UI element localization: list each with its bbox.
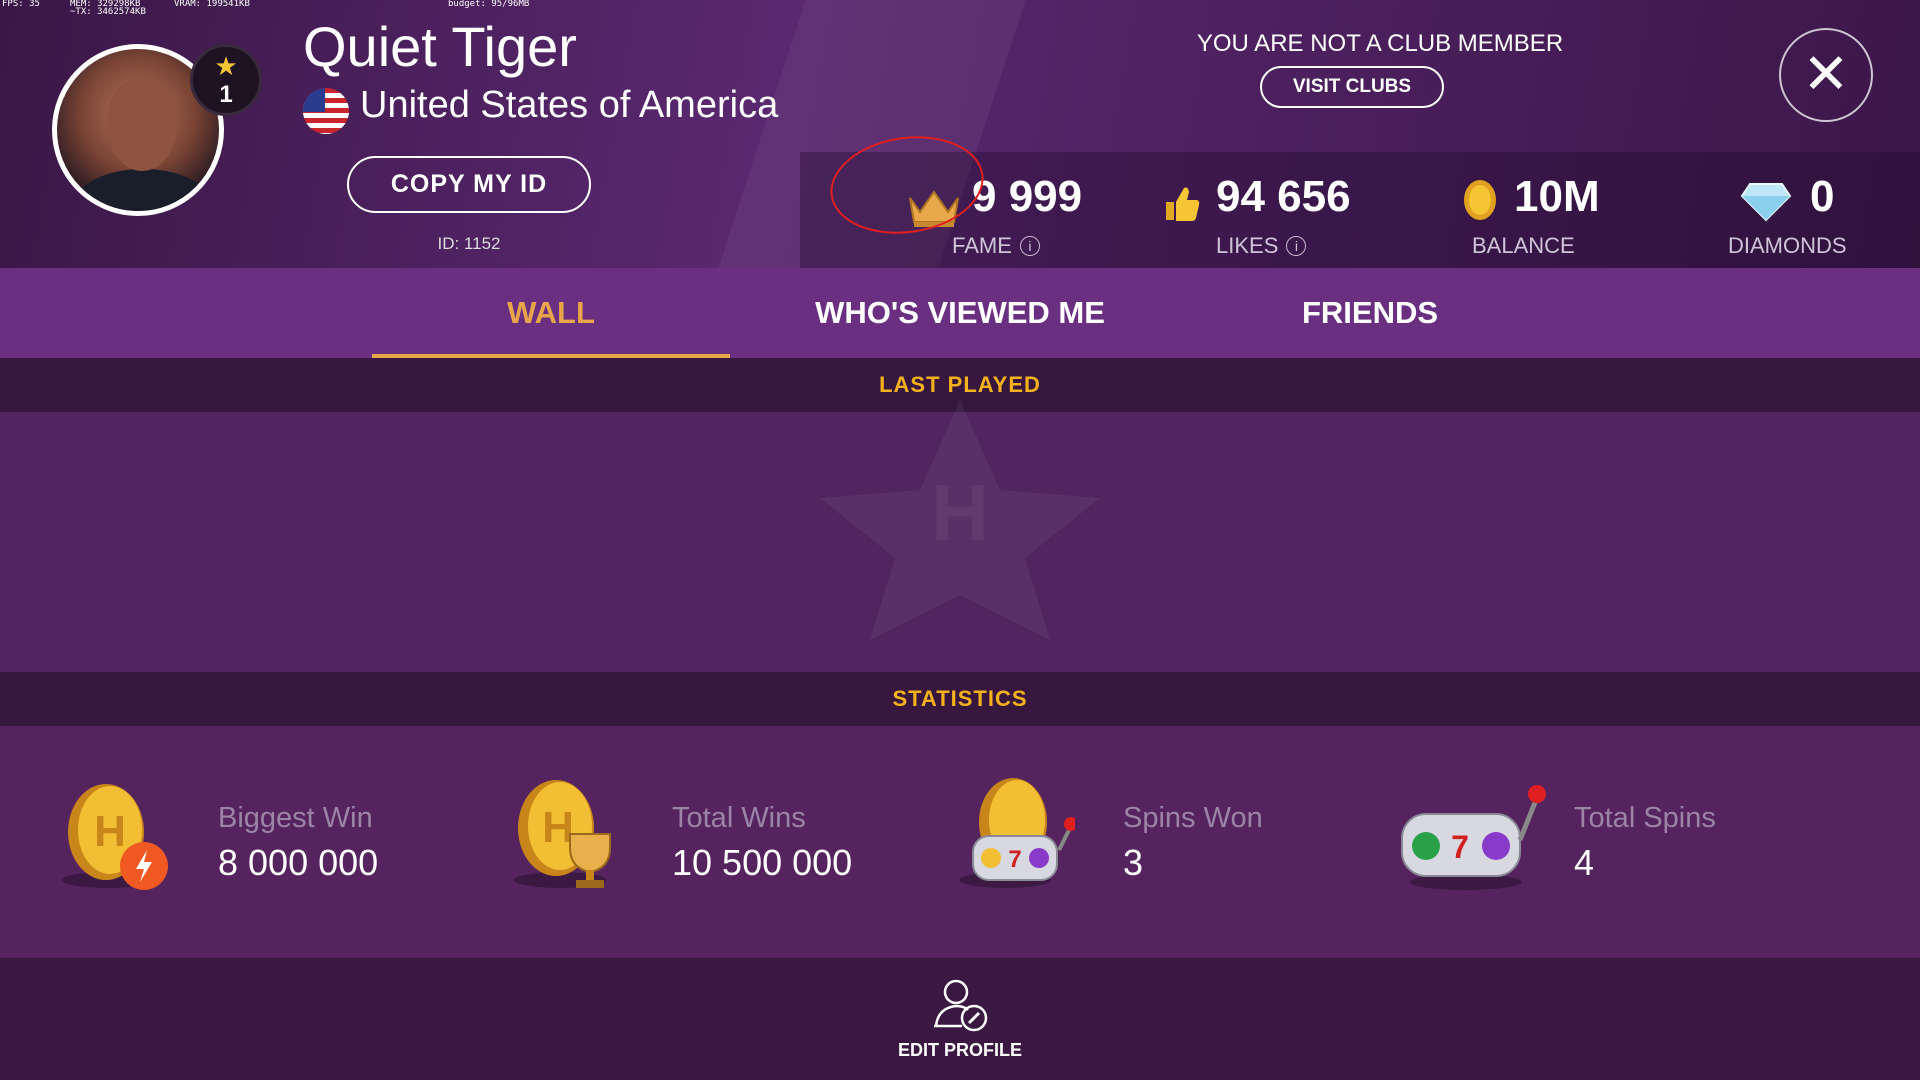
- svg-text:H: H: [94, 807, 126, 856]
- diamonds-value: 0: [1810, 172, 1835, 221]
- diamond-icon: [1740, 183, 1792, 222]
- likes-info-icon[interactable]: i: [1286, 236, 1307, 256]
- coin-slot-machine-icon: 7: [959, 778, 1075, 888]
- fame-info-icon[interactable]: i: [1019, 236, 1040, 256]
- thumbs-up-icon: [1166, 187, 1200, 221]
- close-button[interactable]: ✕: [1779, 28, 1873, 122]
- stat-value: 3: [1123, 842, 1144, 883]
- debug-tx: ~TX: 3462574KB: [70, 7, 146, 17]
- svg-text:H: H: [931, 468, 989, 557]
- statistics-header: STATISTICS: [0, 672, 1920, 726]
- avatar-face: [107, 79, 177, 171]
- club-status-text: YOU ARE NOT A CLUB MEMBER: [1196, 30, 1564, 57]
- stat-title: Biggest Win: [218, 802, 373, 834]
- svg-text:7: 7: [1008, 846, 1021, 873]
- fame-label: FAME i: [952, 233, 1040, 259]
- stat-biggest-win: H Biggest Win 8 000 000: [48, 770, 468, 910]
- stat-value: 4: [1574, 842, 1595, 883]
- player-country: United States of America: [360, 84, 779, 126]
- stat-total-spins: 7 Total Spins 4: [1396, 770, 1816, 910]
- balance-label: BALANCE: [1472, 233, 1575, 258]
- edit-profile-button[interactable]: EDIT PROFILE: [880, 976, 1040, 1076]
- star-watermark-icon: H: [820, 400, 1100, 640]
- stat-value: 8 000 000: [218, 842, 379, 883]
- coin-lightning-icon: H: [62, 784, 168, 890]
- us-flag-icon: [303, 88, 349, 134]
- debug-fps: FPS: 35: [2, 0, 40, 9]
- player-name: Quiet Tiger: [303, 15, 577, 78]
- balance-stat: 10M BALANCE: [1462, 164, 1662, 264]
- tab-bar: WALL WHO'S VIEWED ME FRIENDS: [0, 268, 1920, 358]
- star-icon: ★: [214, 51, 238, 81]
- coin-trophy-icon: H: [514, 780, 611, 888]
- stat-title: Spins Won: [1123, 802, 1263, 834]
- stat-title: Total Spins: [1574, 802, 1716, 834]
- visit-clubs-button[interactable]: VISIT CLUBS: [1260, 66, 1444, 108]
- player-id: ID: 1152: [437, 234, 501, 253]
- diamonds-stat: 0 DIAMONDS: [1728, 164, 1908, 264]
- level-badge: ★ 1: [190, 44, 262, 116]
- debug-overlay: FPS: 35 MEM: 329298KB ~TX: 3462574KB VRA…: [0, 0, 529, 54]
- tab-whos-viewed-me[interactable]: WHO'S VIEWED ME: [780, 268, 1140, 358]
- debug-budget: budget: 95/96MB: [448, 0, 530, 9]
- fame-value: 9 999: [972, 172, 1083, 221]
- close-icon: ✕: [1802, 42, 1850, 105]
- svg-text:7: 7: [1451, 829, 1469, 865]
- likes-value: 94 656: [1216, 172, 1351, 221]
- slot-machine-icon: 7: [1401, 785, 1546, 890]
- diamonds-label: DIAMONDS: [1728, 233, 1847, 258]
- tab-friends[interactable]: FRIENDS: [1190, 268, 1550, 358]
- level-value: 1: [219, 81, 233, 108]
- profile-header: ★ 1 Quiet Tiger United States of America…: [0, 0, 1920, 268]
- coin-icon: [1464, 180, 1496, 220]
- stat-spins-won: 7 Spins Won 3: [945, 770, 1365, 910]
- avatar-shirt: [75, 169, 211, 211]
- debug-vram: VRAM: 199541KB: [174, 0, 250, 9]
- tab-wall[interactable]: WALL: [372, 268, 730, 358]
- copy-id-button[interactable]: COPY MY ID: [347, 156, 591, 213]
- stat-value: 10 500 000: [672, 842, 853, 883]
- likes-label: LIKES i: [1216, 233, 1307, 259]
- likes-stat: 94 656 LIKES i: [1162, 164, 1382, 264]
- edit-profile-label: EDIT PROFILE: [897, 1040, 1022, 1060]
- balance-value: 10M: [1514, 172, 1600, 221]
- stat-title: Total Wins: [672, 802, 806, 834]
- edit-profile-icon: [934, 979, 988, 1032]
- stat-total-wins: H Total Wins 10 500 000: [500, 770, 920, 910]
